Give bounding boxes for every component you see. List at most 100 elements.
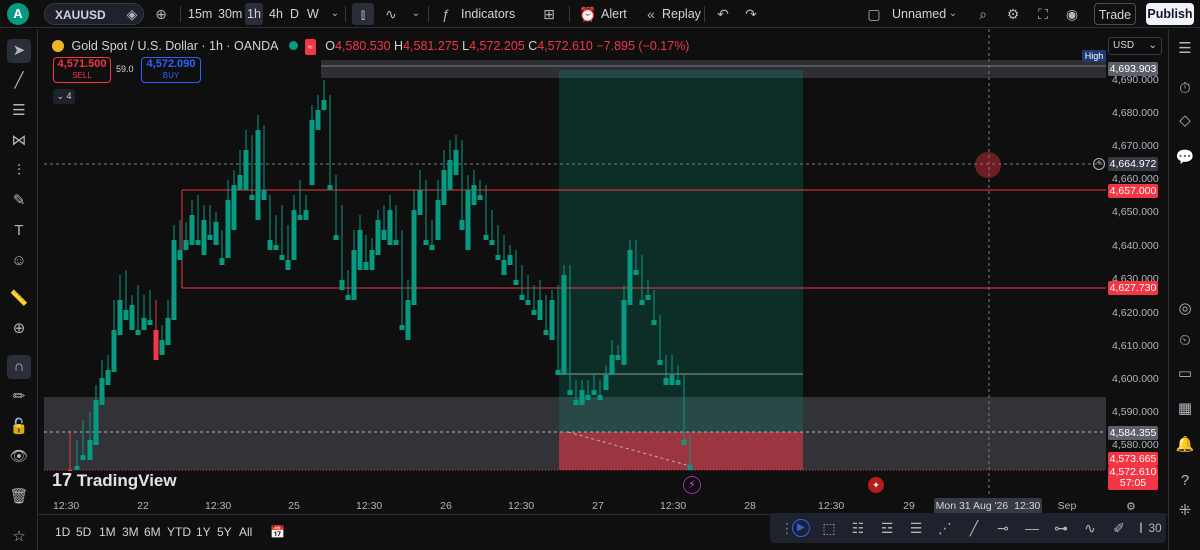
candle-body xyxy=(99,378,105,405)
magnet-icon[interactable]: ∩ xyxy=(7,355,31,379)
chart-canvas[interactable] xyxy=(38,29,1168,514)
range-all[interactable]: All xyxy=(239,525,252,539)
ray-icon[interactable]: ╱ xyxy=(963,517,985,539)
bell-icon[interactable]: 🔔 xyxy=(1173,433,1197,457)
brush-icon[interactable]: ✐ xyxy=(1108,517,1130,539)
emoji-icon[interactable]: ☺ xyxy=(7,249,31,273)
chat-icon[interactable]: 💬 xyxy=(1173,146,1197,170)
templates-icon[interactable]: ⊞ xyxy=(538,3,560,25)
buy-button[interactable]: 4,572.090 BUY xyxy=(141,57,201,83)
quick-search-icon[interactable]: ⌕ xyxy=(972,3,994,25)
watchlist-icon[interactable]: ☰ xyxy=(1173,37,1197,61)
calendar-grid-icon[interactable]: ▦ xyxy=(1173,397,1197,421)
polyline-icon[interactable]: ∿ xyxy=(1079,517,1101,539)
publish-button[interactable]: Publish xyxy=(1146,3,1194,25)
fib-icon[interactable]: ☰ xyxy=(7,99,31,123)
replay-icon[interactable]: « xyxy=(640,3,662,25)
candle-body xyxy=(147,320,153,325)
layout-name[interactable]: Unnamed xyxy=(892,3,946,25)
grid-icon[interactable]: ⁜ xyxy=(1173,499,1197,523)
lock-icon[interactable]: 🔓 xyxy=(7,415,31,439)
fullscreen-icon[interactable]: ⛶ xyxy=(1032,3,1054,25)
alert-icon[interactable]: ⏰ xyxy=(577,3,599,25)
indicators-icon[interactable]: ƒ xyxy=(435,3,457,25)
line-chart-icon[interactable]: ∿ xyxy=(380,3,402,25)
timeframe-w[interactable]: W xyxy=(307,3,319,25)
range-6m[interactable]: 6M xyxy=(144,525,161,539)
marker-line-icon[interactable]: ⊶ xyxy=(1050,517,1072,539)
radar-icon[interactable]: ◎ xyxy=(1173,297,1197,321)
timeframe-15m[interactable]: 15m xyxy=(188,3,212,25)
user-avatar[interactable]: A xyxy=(7,3,29,25)
timeframe-30m[interactable]: 30m xyxy=(218,3,242,25)
sell-button[interactable]: 4,571.500 SELL xyxy=(53,57,111,83)
cursor-icon[interactable]: ➤ xyxy=(7,39,31,63)
zoom-icon[interactable]: ⊕ xyxy=(7,317,31,341)
layout-icon[interactable]: ▢ xyxy=(863,3,885,25)
calendar-icon[interactable] xyxy=(1173,366,1197,390)
path-icon[interactable]: ⋰ xyxy=(934,517,956,539)
candle-body xyxy=(381,230,387,240)
snapshot-icon[interactable]: ◉ xyxy=(1061,3,1083,25)
chart-type-dropdown-icon[interactable]: ⌄ xyxy=(405,3,427,25)
candle-body xyxy=(80,455,86,460)
favorites-icon[interactable]: ☆ xyxy=(7,525,31,549)
play-icon[interactable]: ▶ xyxy=(792,519,810,537)
range-ytd[interactable]: YTD xyxy=(167,525,191,539)
range-5d[interactable]: 5D xyxy=(76,525,91,539)
add-alert-icon[interactable]: + xyxy=(1093,158,1105,170)
indicators-collapse-button[interactable]: ⌄ 4 xyxy=(53,89,75,104)
redo-icon[interactable]: ↷ xyxy=(740,3,762,25)
range-1m[interactable]: 1M xyxy=(99,525,116,539)
lightning-icon[interactable]: ⚡ xyxy=(683,476,701,494)
range-1d[interactable]: 1D xyxy=(55,525,70,539)
timer-icon[interactable]: ⏲ xyxy=(1173,329,1197,353)
indicators-button[interactable]: Indicators xyxy=(461,3,515,25)
add-symbol-icon[interactable]: ⊕ xyxy=(150,3,172,25)
fib-retrace-icon[interactable]: ☲ xyxy=(876,517,898,539)
pattern-icon[interactable]: ⋈ xyxy=(7,129,31,153)
ruler-icon[interactable]: 📏 xyxy=(7,287,31,311)
time-tick: 25 xyxy=(288,500,300,512)
currency-selector[interactable]: USD ⌄ xyxy=(1108,37,1162,55)
candle-body xyxy=(345,295,351,300)
trash-icon[interactable]: 🗑 xyxy=(7,485,31,509)
replay-button[interactable]: Replay xyxy=(662,3,701,25)
hline-icon[interactable]: ⊸ xyxy=(992,517,1014,539)
range-1y[interactable]: 1Y xyxy=(196,525,211,539)
trade-button[interactable]: Trade xyxy=(1094,3,1136,25)
layers-icon[interactable]: ◇ xyxy=(1173,109,1197,133)
compare-icon[interactable]: ◈ xyxy=(121,3,143,25)
legend-title[interactable]: Gold Spot / U.S. Dollar · 1h · OANDA xyxy=(71,39,277,53)
date-range-icon[interactable]: 📅 xyxy=(270,525,285,539)
hlines-icon[interactable]: ☰ xyxy=(905,517,927,539)
trendline-icon[interactable]: ╱ xyxy=(7,69,31,93)
help-icon[interactable]: ? xyxy=(1173,469,1197,493)
forecast-icon[interactable]: ⫶ xyxy=(7,159,31,183)
hray-icon[interactable]: — xyxy=(1021,517,1043,539)
lock-drawing-icon[interactable]: ✏ xyxy=(7,385,31,409)
candle-body xyxy=(435,200,441,240)
candles-icon[interactable]: ⫾ xyxy=(352,3,374,25)
high-price-label: 4,693.903 xyxy=(1108,62,1158,76)
parallel-icon[interactable]: ☷ xyxy=(847,517,869,539)
visibility-icon[interactable]: 👁 xyxy=(7,445,31,469)
axis-settings-icon[interactable]: ⚙ xyxy=(1126,500,1136,513)
timeframe-4h[interactable]: 4h xyxy=(269,3,283,25)
brush-icon[interactable]: ✎ xyxy=(7,189,31,213)
undo-icon[interactable]: ↶ xyxy=(712,3,734,25)
timeframe-d[interactable]: D xyxy=(290,3,299,25)
range-5y[interactable]: 5Y xyxy=(217,525,232,539)
chart-pane[interactable] xyxy=(38,29,1168,514)
timeframe-dropdown-icon[interactable]: ⌄ xyxy=(324,3,346,25)
us-flag-icon[interactable]: ✦ xyxy=(868,477,884,493)
layout-dropdown-icon[interactable]: ⌄ xyxy=(942,3,964,25)
range-3m[interactable]: 3M xyxy=(122,525,139,539)
alerts-clock-icon[interactable]: ⏱ xyxy=(1173,77,1197,101)
settings-icon[interactable]: ⚙ xyxy=(1002,3,1024,25)
candle-body xyxy=(135,330,141,335)
alert-button[interactable]: Alert xyxy=(601,3,627,25)
rectangle-icon[interactable]: ⬚ xyxy=(818,517,840,539)
timeframe-1h[interactable]: 1h xyxy=(245,3,263,25)
text-icon[interactable]: T xyxy=(7,219,31,243)
